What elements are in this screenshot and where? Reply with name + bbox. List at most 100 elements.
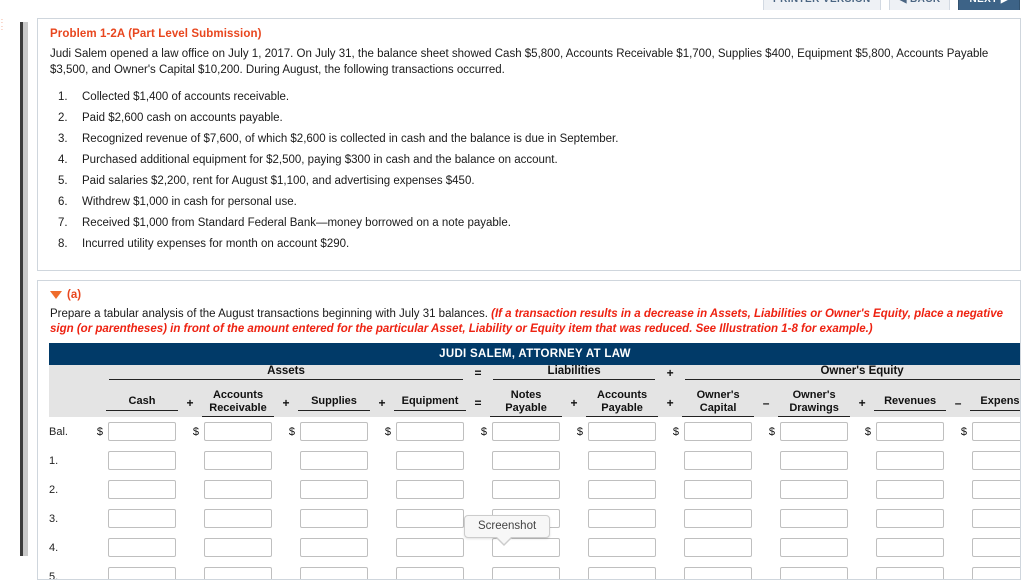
amount-input-r3-c0[interactable]: [108, 509, 176, 529]
amount-input-r1-c0[interactable]: [108, 451, 176, 471]
currency-symbol: [757, 504, 775, 533]
amount-input-r2-c7[interactable]: [780, 480, 848, 500]
amount-input-r5-c5[interactable]: [588, 567, 656, 579]
amount-cell: [391, 417, 469, 446]
back-button[interactable]: ◀ BACK: [888, 0, 951, 10]
amount-input-r5-c4[interactable]: [492, 567, 560, 579]
amount-input-r1-c3[interactable]: [396, 451, 464, 471]
amount-cell: [871, 562, 949, 579]
amount-input-r4-c5[interactable]: [588, 538, 656, 558]
amount-input-r4-c7[interactable]: [780, 538, 848, 558]
amount-input-r5-c8[interactable]: [876, 567, 944, 579]
problem-card: Problem 1-2A (Part Level Submission) Jud…: [37, 18, 1021, 271]
amount-input-r3-c3[interactable]: [396, 509, 464, 529]
column-op-7: –: [762, 396, 770, 410]
part-a-header[interactable]: (a): [50, 289, 1010, 301]
amount-input-r5-c1[interactable]: [204, 567, 272, 579]
amount-input-r1-c5[interactable]: [588, 451, 656, 471]
amount-input-r2-c2[interactable]: [300, 480, 368, 500]
amount-input-r1-c9[interactable]: [972, 451, 1020, 471]
currency-symbol: [853, 504, 871, 533]
currency-symbol: [757, 562, 775, 579]
column-header-expenses: Expenses: [967, 389, 1020, 417]
amount-input-r2-c1[interactable]: [204, 480, 272, 500]
amount-input-r4-c2[interactable]: [300, 538, 368, 558]
amount-input-r2-c3[interactable]: [396, 480, 464, 500]
amount-input-r2-c5[interactable]: [588, 480, 656, 500]
amount-input-r4-c0[interactable]: [108, 538, 176, 558]
amount-input-r0-c8[interactable]: [876, 422, 944, 442]
currency-symbol: $: [960, 425, 967, 438]
transaction-number: 6.: [58, 196, 68, 208]
amount-input-r0-c7[interactable]: [780, 422, 848, 442]
amount-input-r3-c8[interactable]: [876, 509, 944, 529]
amount-input-r2-c6[interactable]: [684, 480, 752, 500]
list-item: 7. Received $1,000 from Standard Federal…: [50, 216, 1008, 230]
amount-input-r4-c8[interactable]: [876, 538, 944, 558]
currency-symbol: $: [864, 425, 871, 438]
amount-input-r3-c2[interactable]: [300, 509, 368, 529]
amount-input-r0-c4[interactable]: [492, 422, 560, 442]
amount-cell: [871, 504, 949, 533]
amount-cell: [199, 446, 277, 475]
amount-input-r2-c4[interactable]: [492, 480, 560, 500]
amount-cell: [679, 475, 757, 504]
amount-input-r2-c8[interactable]: [876, 480, 944, 500]
currency-symbol: [91, 562, 103, 579]
amount-cell: [391, 446, 469, 475]
amount-input-r1-c8[interactable]: [876, 451, 944, 471]
table-row: 1.: [49, 446, 1020, 475]
amount-input-r5-c6[interactable]: [684, 567, 752, 579]
amount-input-r0-c2[interactable]: [300, 422, 368, 442]
currency-symbol: $: [576, 425, 583, 438]
amount-input-r5-c9[interactable]: [972, 567, 1020, 579]
amount-input-r4-c3[interactable]: [396, 538, 464, 558]
currency-symbol: $: [96, 425, 103, 438]
column-header-owners-capital: Owner's Capital: [679, 389, 757, 417]
amount-input-r1-c7[interactable]: [780, 451, 848, 471]
amount-input-r1-c1[interactable]: [204, 451, 272, 471]
amount-input-r5-c3[interactable]: [396, 567, 464, 579]
amount-input-r1-c6[interactable]: [684, 451, 752, 471]
chevron-down-icon[interactable]: [50, 291, 62, 299]
amount-input-r5-c7[interactable]: [780, 567, 848, 579]
amount-input-r4-c9[interactable]: [972, 538, 1020, 558]
amount-input-r0-c6[interactable]: [684, 422, 752, 442]
currency-symbol: [949, 562, 967, 579]
next-button[interactable]: NEXT ▶: [958, 0, 1020, 10]
amount-cell: [487, 446, 565, 475]
amount-input-r3-c5[interactable]: [588, 509, 656, 529]
amount-input-r5-c2[interactable]: [300, 567, 368, 579]
amount-input-r0-c0[interactable]: [108, 422, 176, 442]
amount-input-r1-c4[interactable]: [492, 451, 560, 471]
amount-input-r3-c9[interactable]: [972, 509, 1020, 529]
amount-input-r0-c3[interactable]: [396, 422, 464, 442]
row-label: 3.: [49, 512, 59, 525]
amount-input-r3-c1[interactable]: [204, 509, 272, 529]
amount-input-r0-c9[interactable]: [972, 422, 1020, 442]
amount-input-r4-c1[interactable]: [204, 538, 272, 558]
amount-cell: [967, 504, 1020, 533]
page-title: Problem 1-2A (Part Level Submission): [50, 28, 262, 40]
amount-input-r5-c0[interactable]: [108, 567, 176, 579]
transaction-text: Recognized revenue of $7,600, of which $…: [82, 133, 619, 145]
rail-scroll-track[interactable]: [23, 22, 28, 556]
amount-cell: [775, 417, 853, 446]
amount-input-r3-c6[interactable]: [684, 509, 752, 529]
amount-cell: [679, 562, 757, 579]
amount-input-r4-c6[interactable]: [684, 538, 752, 558]
transaction-number: 1.: [58, 91, 68, 103]
amount-input-r2-c0[interactable]: [108, 480, 176, 500]
list-item: 1. Collected $1,400 of accounts receivab…: [50, 90, 1008, 104]
printer-version-button[interactable]: PRINTER VERSION: [763, 0, 881, 10]
transaction-number: 4.: [58, 154, 68, 166]
amount-input-r1-c2[interactable]: [300, 451, 368, 471]
transaction-list: 1. Collected $1,400 of accounts receivab…: [50, 90, 1008, 251]
amount-input-r0-c1[interactable]: [204, 422, 272, 442]
row-label: 5.: [49, 570, 59, 580]
currency-symbol: [661, 504, 679, 533]
amount-input-r3-c7[interactable]: [780, 509, 848, 529]
amount-input-r2-c9[interactable]: [972, 480, 1020, 500]
transaction-number: 2.: [58, 112, 68, 124]
amount-input-r0-c5[interactable]: [588, 422, 656, 442]
